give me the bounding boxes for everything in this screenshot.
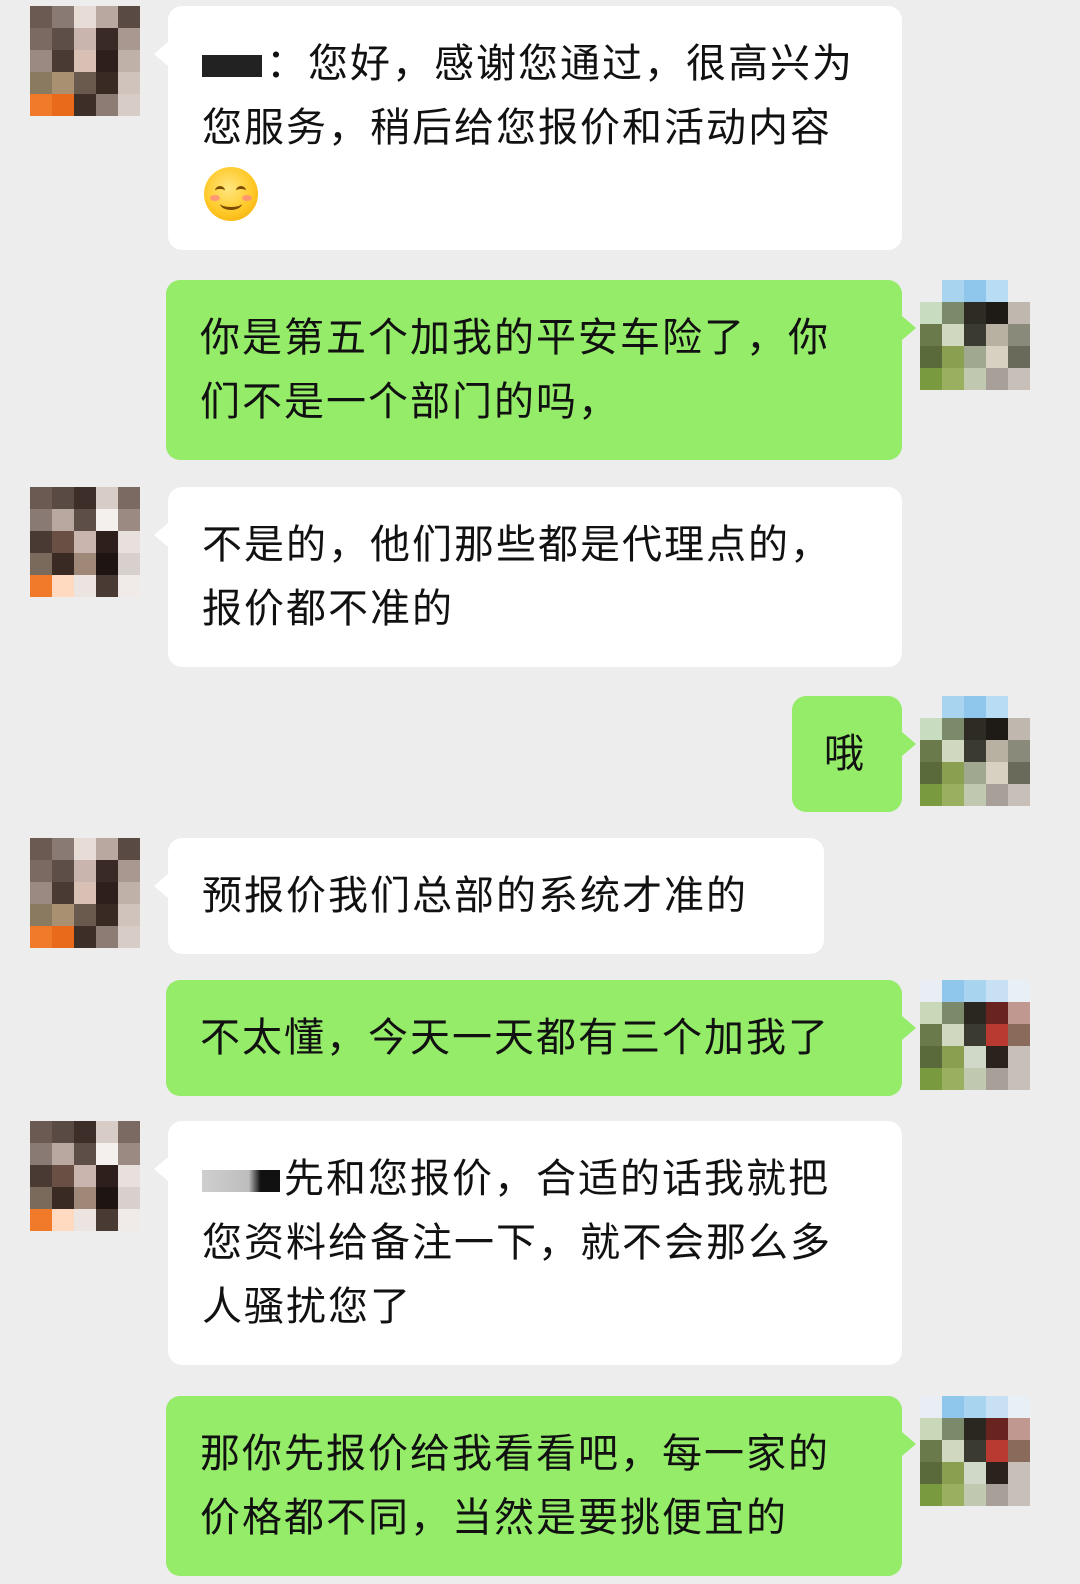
my-avatar[interactable]: [920, 980, 1030, 1090]
message-bubble-outgoing[interactable]: 那你先报价给我看看吧，每一家的价格都不同，当然是要挑便宜的: [166, 1396, 916, 1576]
message-bubble-incoming[interactable]: 预报价我们总部的系统才准的: [154, 838, 824, 954]
message-text: 不太懂，今天一天都有三个加我了: [200, 1015, 830, 1061]
my-avatar[interactable]: [920, 280, 1030, 390]
message-bubble-incoming[interactable]: 先和您报价，合适的话我就把您资料给备注一下，就不会那么多人骚扰您了: [154, 1121, 902, 1365]
message-text: 你是第五个加我的平安车险了，你们不是一个部门的吗，: [200, 315, 830, 425]
my-avatar[interactable]: [920, 1396, 1030, 1506]
message-text: 哦: [824, 731, 866, 777]
message-bubble-incoming[interactable]: ：您好，感谢您通过，很高兴为您服务，稍后给您报价和活动内容: [154, 6, 902, 250]
contact-avatar[interactable]: [30, 838, 140, 948]
redacted-text: [202, 1170, 280, 1192]
message-text: 那你先报价给我看看吧，每一家的价格都不同，当然是要挑便宜的: [200, 1431, 830, 1541]
redacted-name: [202, 55, 262, 77]
my-avatar[interactable]: [920, 696, 1030, 806]
message-bubble-outgoing[interactable]: 不太懂，今天一天都有三个加我了: [166, 980, 916, 1096]
message-bubble-outgoing[interactable]: 你是第五个加我的平安车险了，你们不是一个部门的吗，: [166, 280, 916, 460]
contact-avatar[interactable]: [30, 487, 140, 597]
contact-avatar[interactable]: [30, 1121, 140, 1231]
smiling-blush-emoji-icon: [204, 167, 258, 221]
message-text: 预报价我们总部的系统才准的: [202, 873, 748, 919]
message-bubble-incoming[interactable]: 不是的，他们那些都是代理点的，报价都不准的: [154, 487, 902, 667]
message-bubble-outgoing[interactable]: 哦: [792, 696, 916, 812]
message-text: 不是的，他们那些都是代理点的，报价都不准的: [202, 522, 832, 632]
contact-avatar[interactable]: [30, 6, 140, 116]
message-text: 先和您报价，合适的话我就把您资料给备注一下，就不会那么多人骚扰您了: [202, 1156, 832, 1330]
message-text: ：您好，感谢您通过，很高兴为您服务，稍后给您报价和活动内容: [202, 41, 854, 151]
